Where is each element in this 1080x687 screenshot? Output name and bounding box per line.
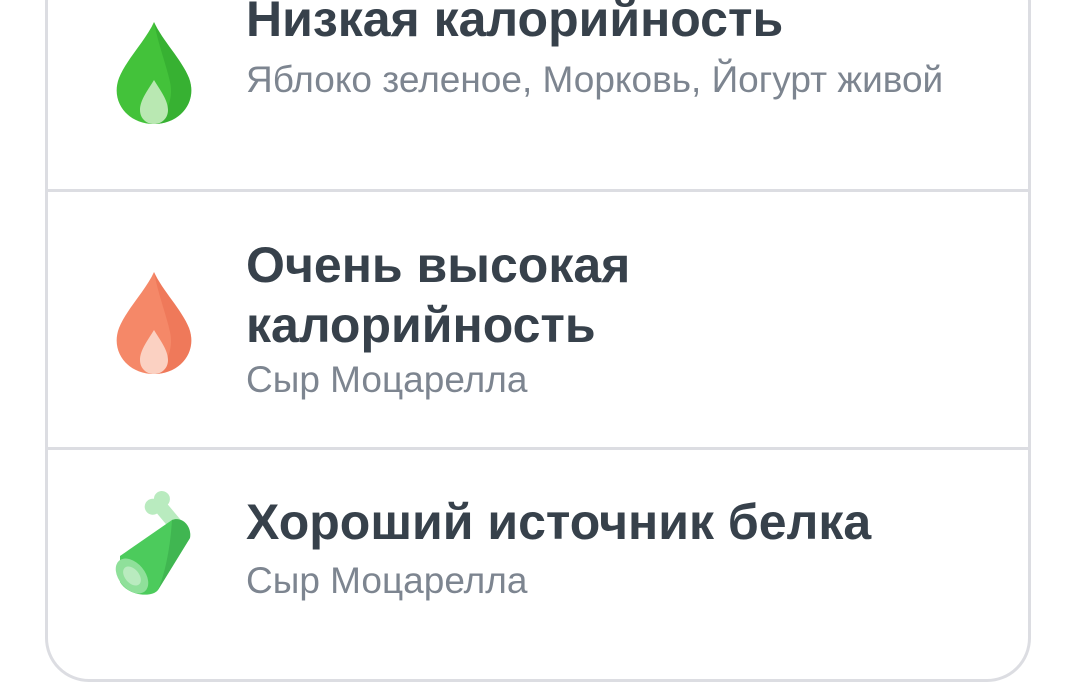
list-item-text: Хороший источник белка Сыр Моцарелла [246, 492, 988, 606]
orange-flame-icon [116, 272, 192, 374]
meat-leg-icon [115, 491, 191, 595]
list-item-title: Очень высокая калорийность [246, 237, 631, 353]
list-item-subtitle: Яблоко зеленое, Морковь, Йогурт живой [246, 59, 944, 100]
list-item-subtitle: Сыр Моцарелла [246, 560, 528, 601]
list-item-low-calorie[interactable]: Низкая калорийность Яблоко зеленое, Морк… [48, 0, 1028, 189]
nutrition-highlights-card: Низкая калорийность Яблоко зеленое, Морк… [45, 0, 1031, 682]
list-item-title: Низкая калорийность [246, 0, 784, 47]
list-item-protein-source[interactable]: Хороший источник белка Сыр Моцарелла [48, 450, 1028, 679]
list-item-text: Очень высокая калорийность Сыр Моцарелла [246, 235, 988, 405]
list-item-title: Хороший источник белка [246, 494, 872, 550]
list-item-text: Низкая калорийность Яблоко зеленое, Морк… [246, 0, 988, 105]
list-item-subtitle: Сыр Моцарелла [246, 359, 528, 400]
list-item-very-high-calorie[interactable]: Очень высокая калорийность Сыр Моцарелла [48, 192, 1028, 447]
green-flame-icon [116, 22, 192, 124]
